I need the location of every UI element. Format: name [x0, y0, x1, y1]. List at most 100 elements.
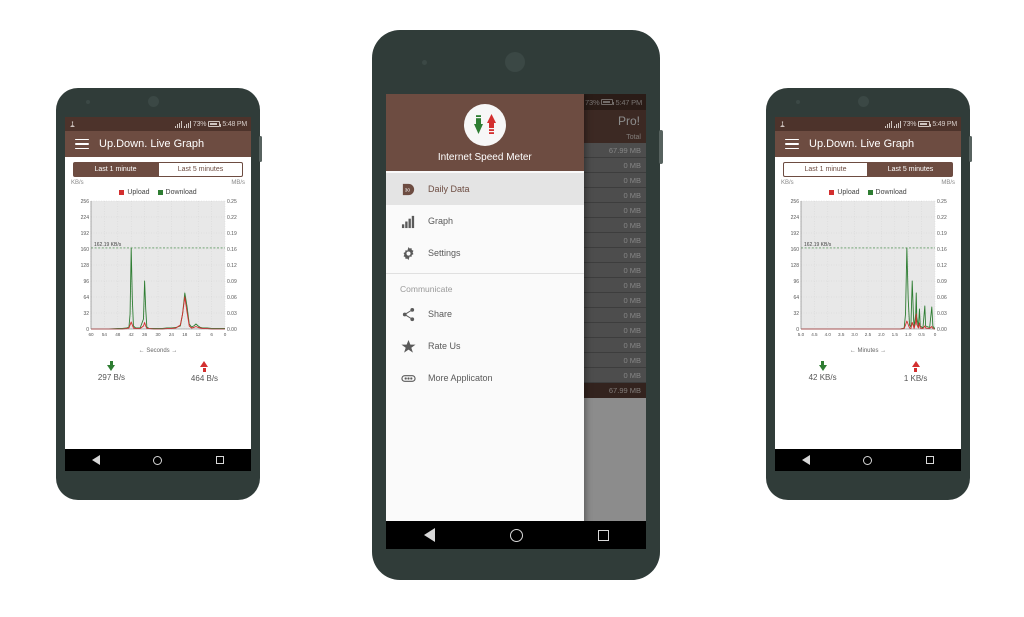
recents-icon[interactable]: [216, 456, 225, 464]
home-icon[interactable]: [863, 455, 873, 465]
svg-text:256: 256: [81, 199, 90, 205]
legend-download-label: Download: [875, 189, 907, 196]
upload-speed: 464 B/s: [191, 361, 218, 383]
tab-last-1-minute[interactable]: Last 1 minute: [783, 162, 868, 177]
app-bar: Up.Down. Live Graph: [775, 131, 961, 157]
drawer-item-graph[interactable]: Graph: [386, 205, 584, 237]
battery-icon: [918, 121, 932, 127]
svg-text:30: 30: [404, 187, 410, 192]
upload-arrow-icon: [200, 361, 209, 367]
svg-text:0.22: 0.22: [937, 215, 947, 221]
back-icon[interactable]: [423, 528, 435, 542]
svg-text:0.03: 0.03: [227, 311, 237, 317]
speed-meter-icon: [463, 104, 506, 146]
y-axis-unit-right: MB/s: [941, 180, 955, 186]
svg-text:2.0: 2.0: [878, 332, 885, 337]
tab-last-5-minutes[interactable]: Last 5 minutes: [868, 162, 953, 177]
tab-last-5-minutes[interactable]: Last 5 minutes: [158, 162, 243, 177]
hamburger-icon[interactable]: [785, 138, 799, 150]
back-icon[interactable]: [801, 455, 810, 465]
svg-text:0.12: 0.12: [937, 263, 947, 269]
front-camera: [505, 52, 525, 72]
svg-text:5.0: 5.0: [798, 332, 805, 337]
drawer-divider: [386, 273, 584, 274]
power-button[interactable]: [259, 136, 262, 162]
drawer-item-label: Rate Us: [428, 341, 461, 351]
back-icon[interactable]: [91, 455, 100, 465]
phone-center: 73% 5:47 PM Pro! Total 67.99 MB 0 MB 0 MB 0…: [372, 30, 663, 594]
svg-text:0.09: 0.09: [227, 279, 237, 285]
screen-left: 73% 5:48 PM Up.Down. Live Graph Last 1 m…: [65, 117, 251, 471]
drawer-item-share[interactable]: Share: [386, 298, 584, 330]
drawer-header: Internet Speed Meter: [386, 94, 584, 171]
legend-download: Download: [867, 189, 907, 196]
legend-upload: Upload: [119, 189, 150, 196]
home-icon[interactable]: [509, 528, 523, 542]
drawer-menu: 30 Daily Data Graph Settings Communicate…: [386, 171, 584, 549]
svg-text:4.0: 4.0: [825, 332, 832, 337]
navigation-drawer: Internet Speed Meter 30 Daily Data Graph: [386, 94, 584, 549]
page-title: Up.Down. Live Graph: [809, 138, 915, 150]
drawer-item-more-application[interactable]: More Applicaton: [386, 362, 584, 394]
svg-text:32: 32: [83, 311, 89, 317]
range-tabs: Last 1 minute Last 5 minutes: [775, 157, 961, 180]
clock: 5:48 PM: [222, 120, 247, 128]
front-camera: [858, 96, 869, 107]
svg-text:0.06: 0.06: [937, 295, 947, 301]
svg-text:224: 224: [791, 215, 800, 221]
recents-icon[interactable]: [597, 529, 609, 541]
nav-bar: [386, 521, 646, 549]
svg-text:0.19: 0.19: [937, 231, 947, 237]
drawer-item-label: Daily Data: [428, 184, 470, 194]
svg-text:42: 42: [129, 332, 135, 337]
svg-text:60: 60: [88, 332, 94, 337]
svg-text:0.22: 0.22: [227, 215, 237, 221]
live-graph-left: 0 32 64 96 128 160 192 224 256 0.00 0.03 0.06 0.09 0.…: [67, 197, 249, 349]
battery-percent: 73%: [192, 120, 207, 128]
svg-text:4.5: 4.5: [811, 332, 818, 337]
download-speed-value: 297 B/s: [97, 373, 126, 382]
svg-text:0.16: 0.16: [227, 247, 237, 253]
range-tabs: Last 1 minute Last 5 minutes: [65, 157, 251, 180]
clock: 5:49 PM: [932, 120, 957, 128]
upload-speed: 1 KB/s: [903, 361, 928, 383]
drawer-item-daily-data[interactable]: 30 Daily Data: [386, 173, 584, 205]
drawer-item-label: Settings: [428, 248, 461, 258]
recents-icon[interactable]: [926, 456, 935, 464]
hamburger-icon[interactable]: [75, 138, 89, 150]
current-speeds: 297 B/s 464 B/s: [65, 361, 251, 383]
svg-text:0: 0: [224, 332, 227, 337]
svg-text:12: 12: [196, 332, 202, 337]
chart-canvas: 0 32 64 96 128 160 192 224 256 0.00 0.03 0.06 0.09 0.…: [81, 199, 237, 337]
svg-text:0.25: 0.25: [227, 199, 237, 205]
usb-icon: [780, 120, 785, 127]
download-arrow-icon: [818, 365, 827, 371]
svg-text:18: 18: [182, 332, 188, 337]
speaker-dot: [796, 100, 800, 104]
power-button[interactable]: [969, 136, 972, 162]
legend-upload: Upload: [829, 189, 860, 196]
upload-speed-value: 1 KB/s: [903, 374, 928, 383]
y-axis-unit-left: KB/s: [781, 180, 794, 186]
download-arrow-icon: [107, 365, 116, 371]
svg-text:96: 96: [793, 279, 799, 285]
drawer-item-settings[interactable]: Settings: [386, 237, 584, 269]
drawer-item-rate-us[interactable]: Rate Us: [386, 330, 584, 362]
svg-text:6: 6: [210, 332, 213, 337]
svg-text:54: 54: [102, 332, 108, 337]
power-button[interactable]: [659, 130, 663, 164]
svg-text:36: 36: [142, 332, 148, 337]
svg-text:0.19: 0.19: [227, 231, 237, 237]
upload-speed-value: 464 B/s: [190, 374, 219, 383]
phone-left: 73% 5:48 PM Up.Down. Live Graph Last 1 m…: [56, 88, 262, 514]
live-graph-right: 0 32 64 96 128 160 192 224 256 0.00 0.03 0.06 0.09 0.…: [777, 197, 959, 349]
svg-text:162.19 KB/s: 162.19 KB/s: [804, 242, 832, 248]
svg-text:3.5: 3.5: [838, 332, 845, 337]
star-icon: [400, 338, 416, 354]
tab-last-1-minute[interactable]: Last 1 minute: [73, 162, 158, 177]
svg-text:162.19 KB/s: 162.19 KB/s: [94, 242, 122, 248]
svg-text:0.25: 0.25: [937, 199, 947, 205]
svg-text:0.06: 0.06: [227, 295, 237, 301]
svg-text:0.09: 0.09: [937, 279, 947, 285]
home-icon[interactable]: [153, 455, 163, 465]
